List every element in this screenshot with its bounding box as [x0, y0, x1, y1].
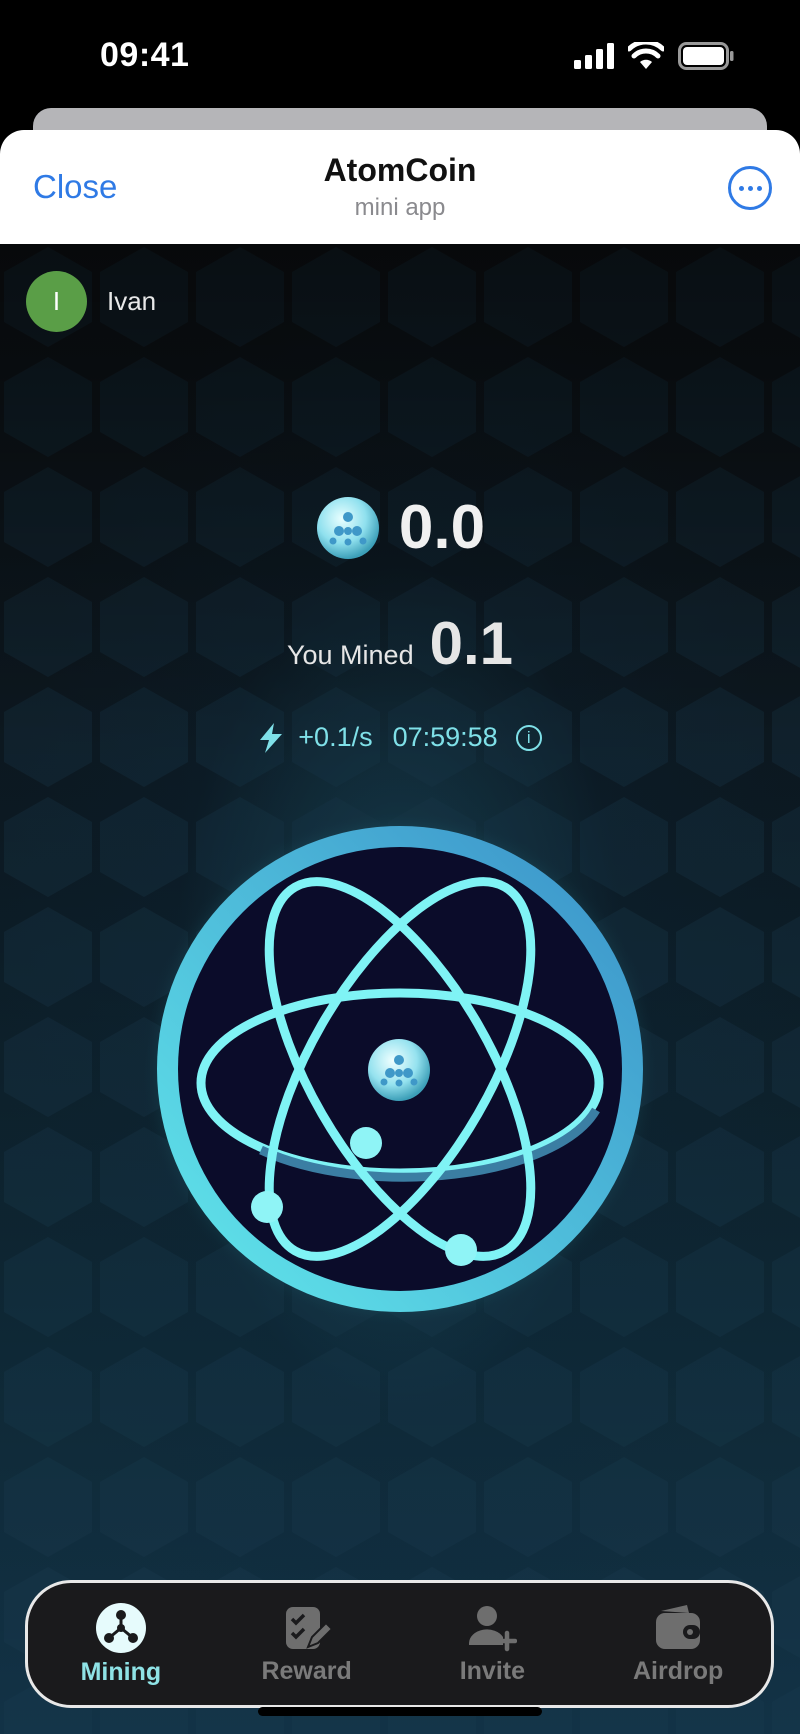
lightning-icon: [260, 722, 283, 753]
nav-item-airdrop[interactable]: Airdrop: [593, 1603, 763, 1686]
screen: 09:41 Close AtomCoin mini app I Ivan 0.0…: [0, 0, 800, 1734]
nav-item-reward[interactable]: Reward: [222, 1603, 392, 1686]
nav-label-reward: Reward: [261, 1656, 352, 1685]
app-subtitle: mini app: [354, 194, 446, 221]
mined-row: You Mined 0.1: [0, 609, 800, 678]
more-icon-dot: [738, 185, 744, 191]
mined-value: 0.1: [429, 610, 514, 677]
atom-network-icon: [95, 1602, 146, 1653]
user-name: Ivan: [107, 286, 157, 316]
more-icon-dot: [756, 185, 762, 191]
wifi-icon: [628, 42, 664, 69]
info-icon[interactable]: i: [515, 724, 542, 751]
app-title: AtomCoin: [323, 152, 477, 188]
mined-label: You Mined: [286, 640, 414, 670]
status-time: 09:41: [100, 36, 190, 74]
battery-icon: [678, 42, 734, 70]
wallet-icon: [656, 1604, 701, 1649]
more-icon-dot: [747, 185, 753, 191]
atom-illustration: [141, 810, 659, 1328]
mining-screen: I Ivan 0.0 You Mined 0.1 +0.1/s 07:59:58…: [0, 244, 800, 1734]
checklist-edit-icon: [285, 1606, 332, 1649]
avatar[interactable]: I: [26, 271, 87, 332]
user-plus-icon: [469, 1605, 518, 1651]
nav-label-airdrop: Airdrop: [632, 1656, 724, 1685]
user-info: I Ivan: [26, 271, 156, 332]
mining-atom-button[interactable]: [141, 810, 659, 1328]
mining-rate-row: +0.1/s 07:59:58 i: [0, 722, 800, 753]
status-icons: [574, 42, 734, 70]
bottom-nav: Mining Reward Invite Airdrop: [25, 1580, 774, 1708]
nav-item-mining[interactable]: Mining: [36, 1602, 206, 1687]
balance: 0.0: [0, 492, 800, 563]
mining-timer: 07:59:58: [392, 722, 498, 752]
balance-value: 0.0: [398, 493, 486, 562]
mining-rate: +0.1/s: [298, 722, 373, 752]
app-header: Close AtomCoin mini app: [0, 130, 800, 244]
home-indicator: [258, 1707, 542, 1716]
nav-item-invite[interactable]: Invite: [407, 1603, 577, 1686]
signal-icon: [574, 43, 614, 69]
atom-coin-icon: [316, 496, 379, 559]
status-bar: 09:41: [0, 0, 800, 110]
more-options-button[interactable]: [728, 166, 772, 210]
nav-label-invite: Invite: [459, 1656, 526, 1685]
nav-label-mining: Mining: [80, 1657, 162, 1686]
